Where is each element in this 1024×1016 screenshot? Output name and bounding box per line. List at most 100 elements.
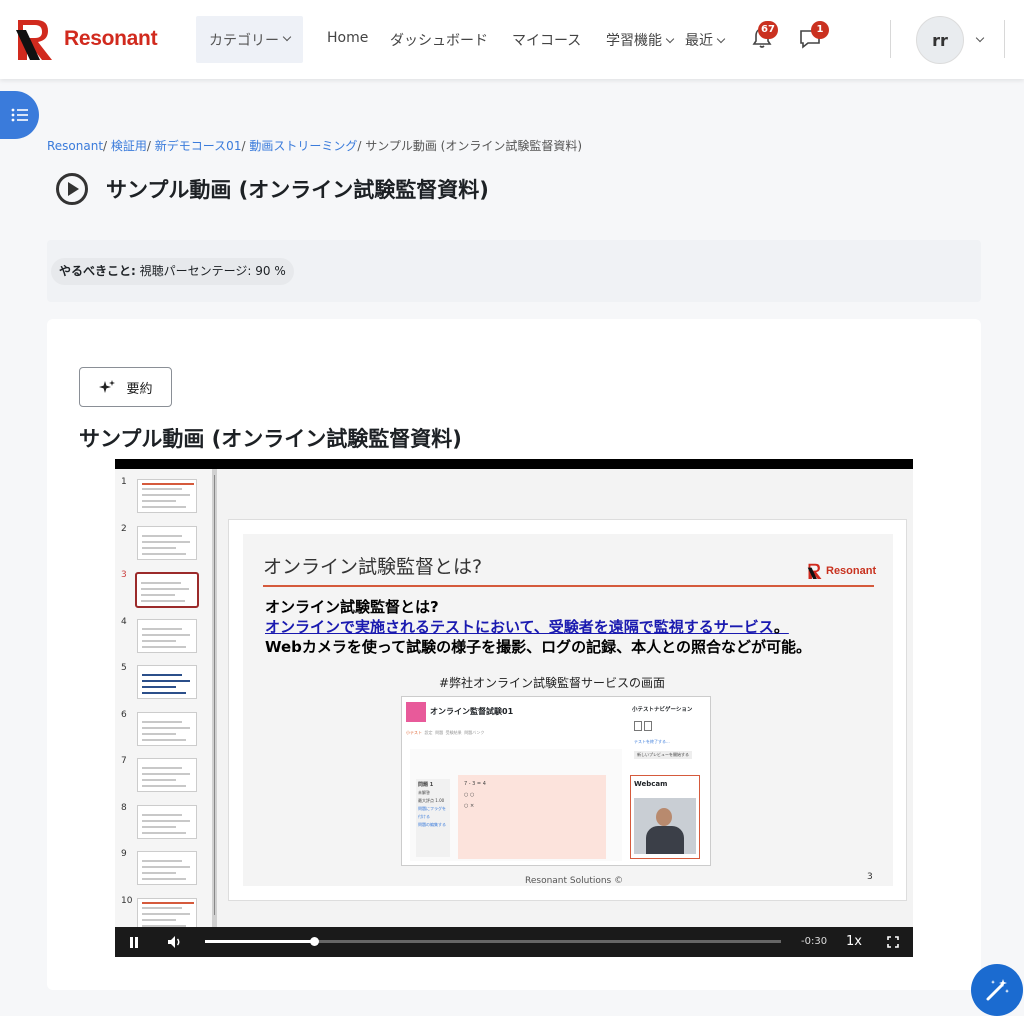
video-title: サンプル動画 (オンライン試験監督資料) xyxy=(79,427,462,451)
service-screenshot: オンライン監督試験01 小テスト 設定 問題 受験結果 問題バンク 問題 1 未… xyxy=(401,696,711,866)
shot-webcam-panel: Webcam xyxy=(630,775,700,859)
resonant-logo-icon xyxy=(807,563,822,579)
slide-thumbnail-image xyxy=(137,618,197,653)
time-remaining: -0:30 xyxy=(801,936,828,947)
recent-label: 最近 xyxy=(685,33,713,49)
resonant-logo-icon xyxy=(16,20,52,60)
chevron-down-icon xyxy=(282,32,292,41)
slide: オンライン試験監督とは? Resonant オンライン試験監督とは? オンライン… xyxy=(243,534,893,886)
shot-tab: 受験結果 xyxy=(445,730,462,735)
category-label: カテゴリー xyxy=(209,32,279,49)
navbar-divider xyxy=(890,20,891,58)
slide-thumbnail[interactable]: 3 xyxy=(115,570,215,610)
messages-badge: 1 xyxy=(811,21,829,39)
slide-frame: オンライン試験監督とは? Resonant オンライン試験監督とは? オンライン… xyxy=(228,519,907,901)
navbar-divider xyxy=(1004,20,1005,58)
pause-icon xyxy=(130,936,138,948)
learning-label: 学習機能 xyxy=(606,33,662,49)
slide-thumbnail[interactable]: 9 xyxy=(115,849,215,889)
messages-button[interactable]: 1 xyxy=(798,21,829,50)
nav-recent-menu[interactable]: 最近 xyxy=(685,30,726,50)
slide-thumbnail-image xyxy=(137,665,197,699)
shot-quiz-title: オンライン監督試験01 xyxy=(430,707,514,716)
main-card: 要約 サンプル動画 (オンライン試験監督資料) 1 2 3 4 5 6 7 8 9 10 オンライ… xyxy=(47,319,981,990)
shot-tab: 問題バンク xyxy=(464,730,485,735)
breadcrumb-link[interactable]: 動画ストリーミング xyxy=(249,139,357,153)
page-header: サンプル動画 (オンライン試験監督資料) xyxy=(55,172,489,206)
volume-button[interactable] xyxy=(167,927,183,957)
shot-tab: 小テスト xyxy=(406,730,422,735)
progress-bar[interactable] xyxy=(205,937,781,946)
list-icon xyxy=(11,108,28,122)
slide-thumbnail-number: 3 xyxy=(121,570,127,580)
slide-line-2: オンラインで実施されるテストにおいて、受験者を遠隔で監視するサービス。 xyxy=(265,616,789,637)
notifications-button[interactable]: 67 xyxy=(750,21,778,50)
shot-question-status: 未解答 xyxy=(418,790,430,795)
slide-thumbnail-number: 1 xyxy=(121,477,127,487)
playback-speed-button[interactable]: 1x xyxy=(846,934,862,949)
breadcrumb-link[interactable]: 新デモコース01 xyxy=(155,139,242,153)
notifications-badge: 67 xyxy=(758,21,778,39)
video-player[interactable]: 1 2 3 4 5 6 7 8 9 10 オンライン試験監督とは? Resonant xyxy=(115,459,913,957)
nav-mycourses-link[interactable]: マイコース xyxy=(512,30,581,50)
slide-heading: オンライン試験監督とは? xyxy=(263,556,483,578)
shot-option-b: × xyxy=(469,803,475,809)
user-menu-chevron-icon[interactable] xyxy=(975,33,985,43)
slide-thumbnail-image xyxy=(137,851,197,885)
player-controls: -0:30 1x xyxy=(115,927,913,957)
fullscreen-button[interactable] xyxy=(887,927,899,957)
slide-line-2-end: 。 xyxy=(773,618,789,636)
progress-handle[interactable] xyxy=(310,937,320,946)
ai-assistant-button[interactable] xyxy=(971,964,1023,1016)
breadcrumb-link[interactable]: 検証用 xyxy=(111,139,147,153)
nav-dashboard-link[interactable]: ダッシュボード xyxy=(390,30,488,50)
breadcrumb: Resonant/ 検証用/ 新デモコース01/ 動画ストリーミング/ サンプル… xyxy=(47,139,583,153)
slide-line-2-link: オンラインで実施されるテストにおいて、受験者を遠隔で監視するサービス xyxy=(265,618,774,636)
course-index-toggle[interactable] xyxy=(0,91,39,139)
slide-thumbnail-number: 2 xyxy=(121,523,127,534)
shot-question-text: 7 - 3 = 4 xyxy=(464,781,486,787)
volume-icon xyxy=(168,936,180,948)
summary-button-label: 要約 xyxy=(126,381,153,397)
slide-thumbnail-image xyxy=(137,711,197,746)
slide-logo: Resonant xyxy=(807,562,876,580)
shot-question-area: 問題 1 未解答 最大評点 1.00 問題にフラグを付ける 問題の編集する 7 … xyxy=(410,749,622,861)
video-screen[interactable]: 1 2 3 4 5 6 7 8 9 10 オンライン試験監督とは? Resonant xyxy=(115,469,913,932)
nav-home-link[interactable]: Home xyxy=(327,30,368,46)
slide-thumbnail-image xyxy=(137,804,197,839)
user-avatar[interactable]: rr xyxy=(916,16,964,64)
completion-value: 視聴パーセンテージ: 90 % xyxy=(139,264,286,278)
chevron-down-icon xyxy=(716,34,726,44)
slide-caption: #弊社オンライン試験監督サービスの画面 xyxy=(439,676,666,690)
thumbnail-scrollbar xyxy=(212,469,217,927)
slide-thumbnail-number: 5 xyxy=(121,663,127,673)
slide-thumbnail[interactable]: 7 xyxy=(115,756,215,796)
slide-thumbnail-image xyxy=(137,758,197,792)
slide-thumbnail[interactable]: 5 xyxy=(115,663,215,703)
slide-thumbnail-number: 7 xyxy=(121,756,127,766)
brand-name: Resonant xyxy=(64,27,158,50)
shot-question-edit: 問題の編集する xyxy=(418,822,446,827)
breadcrumb-link[interactable]: Resonant xyxy=(47,139,103,153)
sparkle-icon xyxy=(99,380,116,393)
shot-question-points: 最大評点 1.00 xyxy=(418,798,445,803)
nav-learning-menu[interactable]: 学習機能 xyxy=(606,30,675,50)
category-menu-button[interactable]: カテゴリー xyxy=(196,16,303,63)
slide-thumbnail[interactable]: 8 xyxy=(115,803,215,843)
slide-thumbnail[interactable]: 4 xyxy=(115,617,215,657)
summary-button[interactable]: 要約 xyxy=(79,367,172,407)
shot-nav-box xyxy=(634,721,642,731)
slide-logo-text: Resonant xyxy=(826,565,877,577)
top-navbar: Resonant カテゴリー Home ダッシュボード マイコース 学習機能 最… xyxy=(0,0,1024,79)
pause-button[interactable] xyxy=(129,927,139,957)
progress-fill xyxy=(205,940,315,943)
slide-thumbnail-number: 4 xyxy=(121,616,127,627)
slide-thumbnail[interactable]: 6 xyxy=(115,710,215,750)
slide-thumbnail[interactable]: 1 xyxy=(115,477,215,517)
brand-logo[interactable]: Resonant xyxy=(14,16,158,62)
slide-thumbnail-number: 6 xyxy=(121,709,127,720)
slide-line-3: Webカメラを使って試験の様子を撮影、ログの記録、本人との照合などが可能。 xyxy=(265,638,812,656)
slide-thumbnail[interactable]: 2 xyxy=(115,524,215,564)
page-title: サンプル動画 (オンライン試験監督資料) xyxy=(106,178,489,202)
slide-thumbnail-image xyxy=(137,525,197,560)
